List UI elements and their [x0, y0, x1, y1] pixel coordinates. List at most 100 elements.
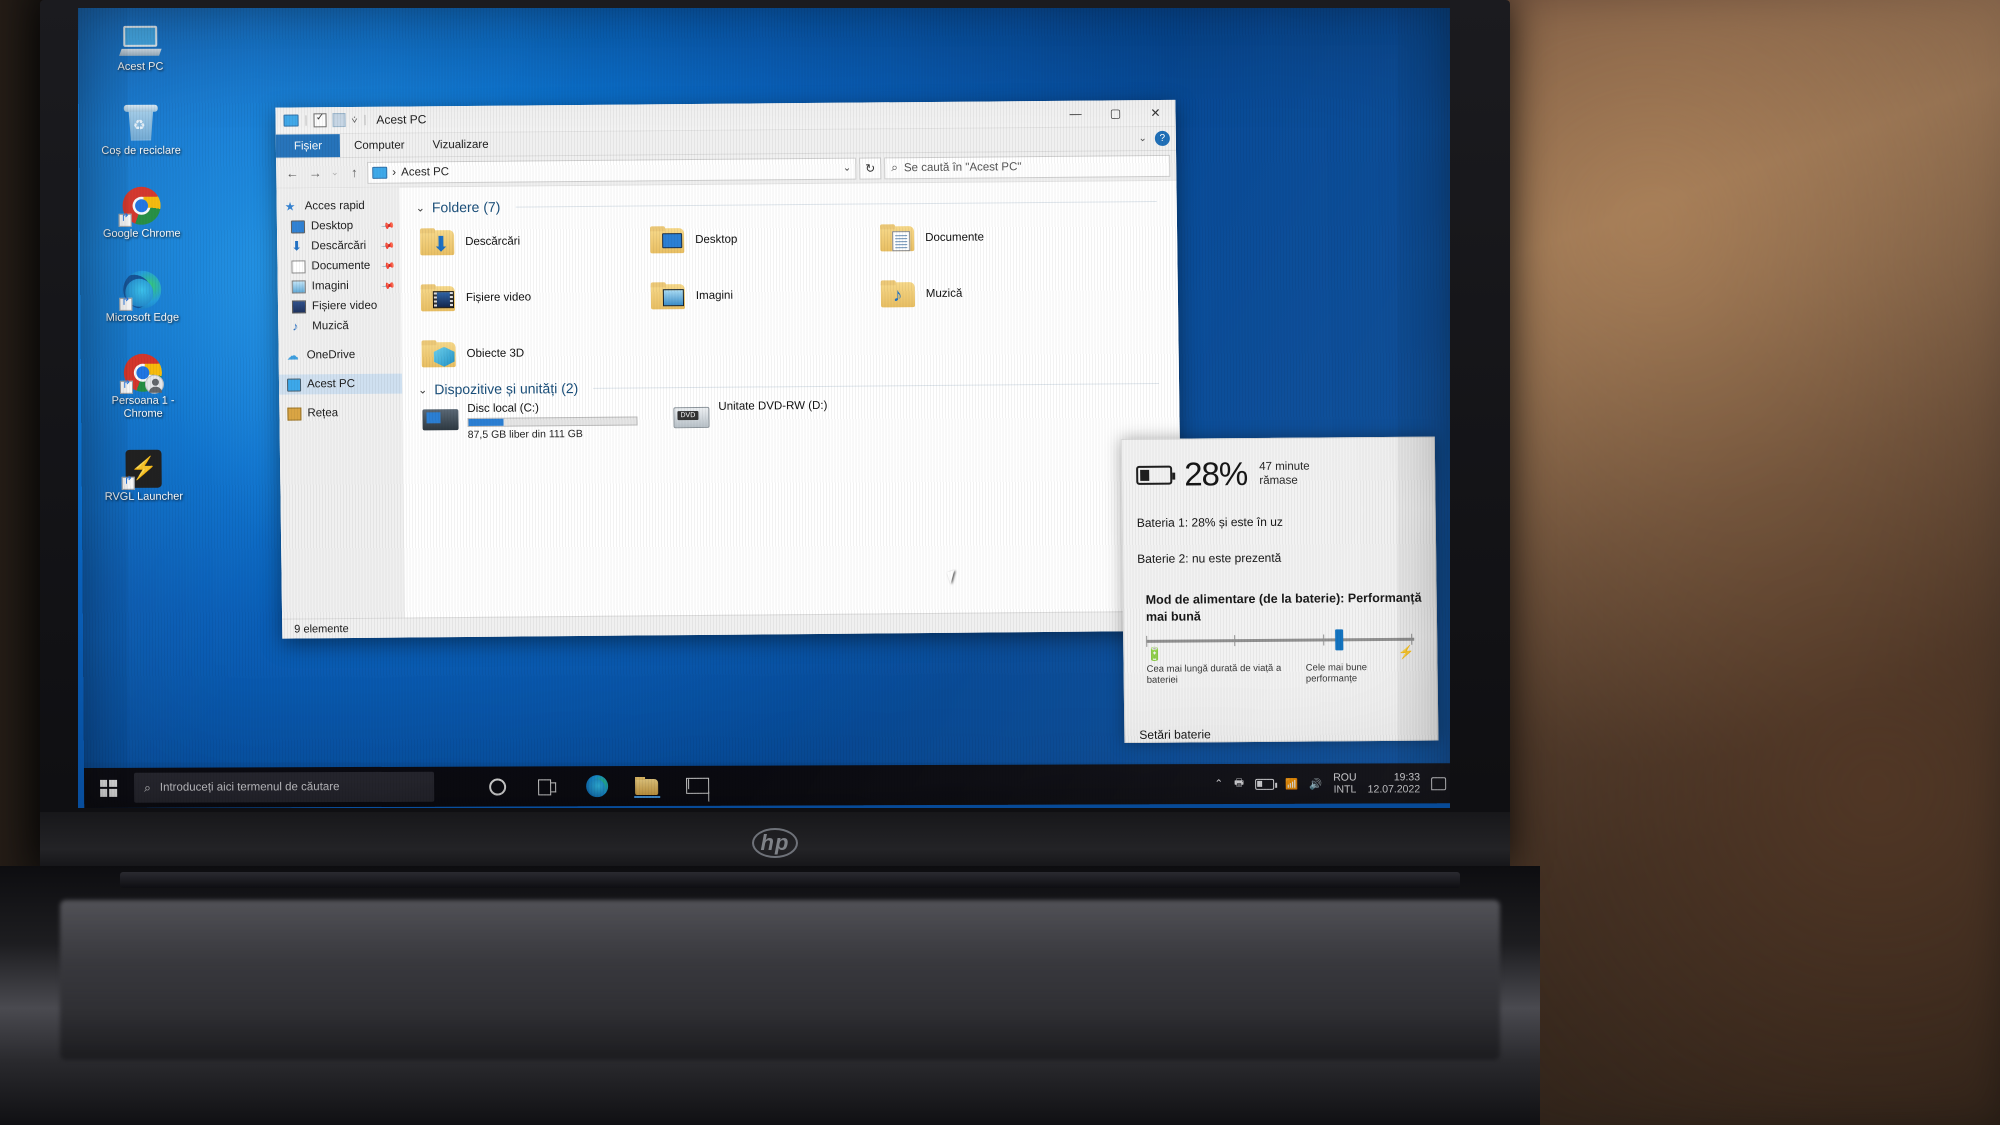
taskbar-file-explorer-icon[interactable] [634, 773, 661, 799]
help-icon[interactable]: ? [1154, 130, 1170, 146]
power-mode-slider[interactable]: 🔋 ⚡ Cea mai lungă durată de viață a bate… [1138, 629, 1423, 686]
file-explorer-window[interactable]: | ⩒ | Acest PC — ▢ ✕ Fișier Co [275, 99, 1183, 639]
sidebar-item-fisiere-video[interactable]: Fișiere video [278, 296, 401, 317]
printer-icon[interactable]: 🖶 [1234, 775, 1244, 793]
refresh-button[interactable]: ↻ [859, 156, 882, 180]
battery-flyout[interactable]: 28% 47 minute rămase Bateria 1: 28% și e… [1120, 436, 1439, 744]
chevron-down-icon[interactable]: ⌄ [418, 383, 427, 396]
folder-icon: ⬇ [419, 227, 456, 257]
file-list-pane[interactable]: ⌄ Foldere (7) ⬇ Descărcări Desktop Docum… [399, 181, 1182, 618]
taskbar-mail-icon[interactable] [684, 773, 710, 799]
tab-computer[interactable]: Computer [340, 133, 419, 157]
wifi-icon[interactable]: 📶 [1285, 777, 1298, 790]
sidebar-item-desktop[interactable]: Desktop 📌 [277, 216, 400, 237]
group-header-foldere[interactable]: ⌄ Foldere (7) [416, 193, 1177, 216]
quick-access-toolbar[interactable]: | ⩒ | Acest PC [283, 112, 426, 128]
sidebar-item-acces-rapid[interactable]: ★ Acces rapid [277, 196, 400, 217]
battery-icon [1136, 465, 1173, 485]
desktop-icon-recycle-bin[interactable]: ♻ Coș de reciclare [89, 95, 193, 157]
language-line2: INTL [1333, 783, 1357, 796]
desktop-icon-label: RVGL Launcher [104, 490, 184, 503]
sidebar-item-imagini[interactable]: Imagini 📌 [278, 276, 401, 297]
maximize-button[interactable]: ▢ [1095, 100, 1135, 127]
desktop-icon-label: Microsoft Edge [105, 311, 180, 324]
new-folder-icon[interactable] [332, 113, 346, 128]
folder-item-muzica[interactable]: ♪ Muzică [880, 271, 1112, 315]
taskbar-search-placeholder: Introduceți aici termenul de căutare [159, 781, 340, 794]
up-button[interactable]: ↑ [344, 161, 364, 183]
desktop-icon-rvgl-launcher[interactable]: RVGL Launcher [91, 442, 195, 504]
cortana-icon[interactable] [484, 773, 510, 799]
properties-icon[interactable] [313, 113, 327, 128]
battery-tray-icon[interactable] [1255, 778, 1275, 790]
slider-right-label: Cele mai bune performanțe [1305, 662, 1368, 685]
language-line1: ROU [1333, 771, 1357, 784]
task-view-icon[interactable] [534, 773, 560, 799]
forward-button[interactable]: → [305, 162, 325, 184]
battery-remaining: 47 minute rămase [1259, 460, 1310, 488]
desktop-icon-acest-pc[interactable]: Acest PC [88, 12, 192, 74]
chevron-down-icon[interactable]: ⌄ [843, 163, 852, 174]
battery-settings-link[interactable]: Setări baterie [1139, 726, 1423, 742]
tab-fisier[interactable]: Fișier [275, 134, 341, 158]
clock-date: 12.07.2022 [1367, 783, 1421, 796]
folder-item-descarcari[interactable]: ⬇ Descărcări [419, 219, 651, 263]
back-button[interactable]: ← [282, 162, 302, 184]
start-button[interactable] [84, 768, 132, 808]
recent-locations-button[interactable]: ⌄ [328, 162, 341, 184]
sidebar-item-acest-pc[interactable]: Acest PC [278, 373, 403, 395]
chevron-down-icon[interactable]: ⌄ [1138, 133, 1147, 144]
chevron-down-icon[interactable]: ⌄ [416, 201, 425, 214]
folder-label: Obiecte 3D [466, 347, 525, 361]
drive-item-dvd-rw-d[interactable]: Unitate DVD-RW (D:) [673, 400, 828, 439]
volume-icon[interactable]: 🔊 [1309, 777, 1322, 790]
folder-item-documente[interactable]: Documente [879, 215, 1111, 259]
navigation-pane[interactable]: ★ Acces rapid Desktop 📌 ⬇ Descărcări 📌 D… [276, 187, 406, 619]
drive-item-disc-local-c[interactable]: Disc local (C:) 87,5 GB liber din 111 GB [422, 402, 638, 442]
window-controls[interactable]: — ▢ ✕ [1055, 99, 1175, 127]
desktop-icon-label: Persoana 1 - Chrome [111, 394, 175, 420]
divider: | [363, 113, 367, 126]
clock[interactable]: 19:33 12.07.2022 [1367, 771, 1421, 796]
folder-item-imagini[interactable]: Imagini [650, 273, 882, 317]
slider-left-label: Cea mai lungă durată de viață a bateriei [1146, 662, 1282, 686]
sidebar-item-label: Imagini [311, 280, 349, 293]
sidebar-item-muzica[interactable]: ♪ Muzică [278, 316, 401, 337]
slider-thumb[interactable] [1335, 629, 1344, 651]
desktop-icon-microsoft-edge[interactable]: Microsoft Edge [90, 262, 194, 324]
downloads-icon: ⬇ [291, 237, 303, 254]
breadcrumb-acest-pc[interactable]: Acest PC [401, 166, 449, 178]
taskbar-edge-icon[interactable] [584, 773, 610, 799]
desktop-icon-persoana-1-chrome[interactable]: Persoana 1 - Chrome [91, 346, 196, 420]
taskbar[interactable]: ⌕ Introduceți aici termenul de căutare ⌃… [83, 763, 1450, 808]
desktop-icon-google-chrome[interactable]: Google Chrome [89, 179, 193, 241]
drive-usage-bar [467, 416, 638, 428]
folder-item-desktop[interactable]: Desktop [649, 217, 881, 261]
group-header-dispozitive[interactable]: ⌄ Dispozitive și unități (2) [418, 375, 1179, 398]
cloud-icon: ☁ [286, 347, 299, 363]
shortcut-arrow-icon [118, 213, 132, 227]
minimize-button[interactable]: — [1055, 100, 1095, 127]
chevron-down-icon[interactable]: ⩒ [351, 114, 357, 125]
sidebar-item-reteaua[interactable]: Rețea [279, 403, 402, 424]
sidebar-item-label: Acces rapid [304, 199, 365, 213]
sidebar-item-onedrive[interactable]: ☁ OneDrive [279, 345, 402, 366]
sidebar-item-descarcari[interactable]: ⬇ Descărcări 📌 [277, 236, 400, 257]
folder-tiles[interactable]: ⬇ Descărcări Desktop Documente Fișiere v… [419, 215, 1179, 376]
folder-item-obiecte-3d[interactable]: Obiecte 3D [421, 331, 652, 375]
tab-vizualizare[interactable]: Vizualizare [418, 133, 502, 157]
folder-item-fisiere-video[interactable]: Fișiere video [420, 275, 652, 319]
sidebar-item-label: Rețea [307, 407, 339, 420]
taskbar-search-input[interactable]: ⌕ Introduceți aici termenul de căutare [134, 771, 435, 803]
search-input[interactable]: ⌕ Se caută în "Acest PC" [884, 154, 1171, 179]
tray-expand-icon[interactable]: ⌃ [1214, 778, 1223, 790]
close-button[interactable]: ✕ [1135, 99, 1175, 126]
edge-icon [90, 262, 194, 311]
sidebar-item-documente[interactable]: Documente 📌 [277, 256, 400, 277]
system-tray[interactable]: ⌃ 🖶 📶 🔊 ROU INTL 19:33 12.07.2022 [1214, 771, 1450, 796]
notification-icon[interactable] [1431, 776, 1447, 790]
battery-saver-icon: 🔋 [1146, 646, 1163, 662]
laptop-screen: Acest PC ♻ Coș de reciclare Go [78, 8, 1450, 808]
language-indicator[interactable]: ROU INTL [1333, 772, 1357, 796]
address-bar[interactable]: › Acest PC ⌄ [367, 157, 857, 184]
